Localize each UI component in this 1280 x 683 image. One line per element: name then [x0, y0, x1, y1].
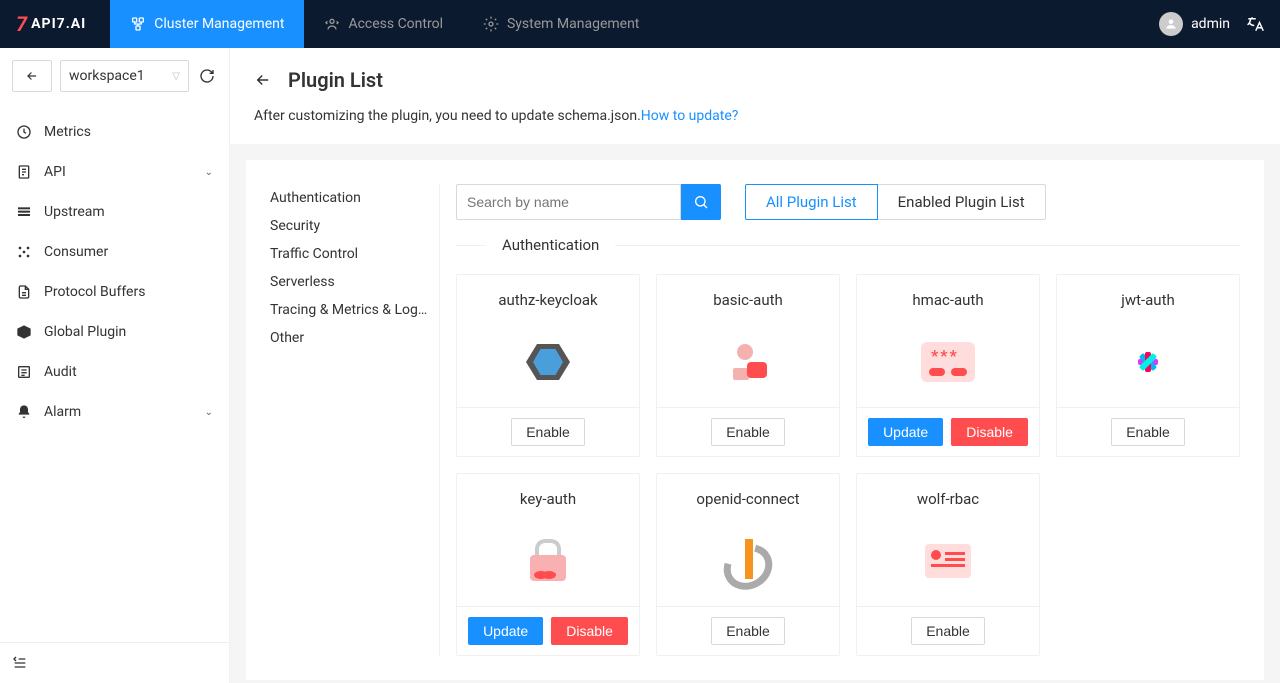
category-traffic[interactable]: Traffic Control — [270, 240, 431, 268]
plugin-name: jwt-auth — [1057, 275, 1239, 317]
sidebar-item-upstream[interactable]: Upstream — [0, 192, 229, 232]
category-authentication[interactable]: Authentication — [270, 184, 431, 212]
enable-button[interactable]: Enable — [711, 418, 785, 446]
plugin-icon-basic — [657, 317, 839, 407]
chevron-down-icon: ▽ — [172, 71, 180, 82]
menu-icon — [16, 364, 32, 380]
main-content: Plugin List After customizing the plugin… — [230, 48, 1280, 683]
plugin-name: authz-keycloak — [457, 275, 639, 317]
menu-icon — [16, 404, 32, 420]
sidebar-back-button[interactable] — [12, 60, 52, 92]
menu-icon — [16, 204, 32, 220]
update-button[interactable]: Update — [468, 617, 543, 645]
sidebar-item-audit[interactable]: Audit — [0, 352, 229, 392]
page-title: Plugin List — [288, 68, 383, 92]
plugin-icon-openid — [657, 516, 839, 606]
menu-icon — [16, 284, 32, 300]
plugin-name: hmac-auth — [857, 275, 1039, 317]
sidebar-item-consumer[interactable]: Consumer — [0, 232, 229, 272]
chevron-down-icon: ⌄ — [205, 167, 213, 178]
plugin-card-basic-auth: basic-auth Enable — [656, 274, 840, 457]
plugin-card-authz-keycloak: authz-keycloak Enable — [456, 274, 640, 457]
disable-button[interactable]: Disable — [951, 418, 1028, 446]
category-tracing[interactable]: Tracing & Metrics & Loggi... — [270, 296, 431, 324]
language-icon[interactable] — [1246, 15, 1264, 33]
enable-button[interactable]: Enable — [511, 418, 585, 446]
nav-icon — [130, 16, 146, 32]
sidebar-item-metrics[interactable]: Metrics — [0, 112, 229, 152]
category-other[interactable]: Other — [270, 324, 431, 352]
sidebar-item-global-plugin[interactable]: Global Plugin — [0, 312, 229, 352]
plugin-icon-wolf — [857, 516, 1039, 606]
plugin-icon-jwt — [1057, 317, 1239, 407]
plugin-card-key-auth: key-auth Update Disable — [456, 473, 640, 656]
sidebar: workspace1 ▽ MetricsAPI⌄UpstreamConsumer… — [0, 48, 230, 683]
nav-icon — [324, 16, 340, 32]
category-security[interactable]: Security — [270, 212, 431, 240]
update-button[interactable]: Update — [868, 418, 943, 446]
plugin-card-hmac-auth: hmac-auth Update Disable — [856, 274, 1040, 457]
plugin-icon-key — [457, 516, 639, 606]
nav-tab-cluster-management[interactable]: Cluster Management — [110, 0, 304, 48]
user-menu[interactable]: admin — [1159, 12, 1230, 36]
username: admin — [1191, 16, 1230, 32]
plugin-card-jwt-auth: jwt-auth Enable — [1056, 274, 1240, 457]
top-header: 7 API7.AI Cluster ManagementAccess Contr… — [0, 0, 1280, 48]
nav-tab-access-control[interactable]: Access Control — [304, 0, 463, 48]
workspace-select[interactable]: workspace1 ▽ — [60, 60, 189, 92]
workspace-value: workspace1 — [69, 68, 145, 84]
menu-icon — [16, 124, 32, 140]
logo-icon: 7 — [16, 12, 27, 36]
logo[interactable]: 7 API7.AI — [16, 12, 86, 36]
enable-button[interactable]: Enable — [911, 617, 985, 645]
menu-icon — [16, 324, 32, 340]
logo-text: API7.AI — [31, 16, 86, 32]
enable-button[interactable]: Enable — [1111, 418, 1185, 446]
menu-icon — [16, 244, 32, 260]
sidebar-item-protocol-buffers[interactable]: Protocol Buffers — [0, 272, 229, 312]
search-input[interactable] — [456, 184, 681, 220]
search-button[interactable] — [681, 184, 721, 220]
plugin-card-openid-connect: openid-connect Enable — [656, 473, 840, 656]
plugin-name: openid-connect — [657, 474, 839, 516]
page-description: After customizing the plugin, you need t… — [254, 108, 1256, 124]
plugin-name: basic-auth — [657, 275, 839, 317]
collapse-sidebar-button[interactable] — [12, 655, 217, 671]
avatar-icon — [1159, 12, 1183, 36]
how-to-update-link[interactable]: How to update? — [641, 108, 739, 124]
plugin-icon-keycloak — [457, 317, 639, 407]
plugin-card-wolf-rbac: wolf-rbac Enable — [856, 473, 1040, 656]
tab-enabled-plugins[interactable]: Enabled Plugin List — [878, 184, 1046, 220]
nav-tab-system-management[interactable]: System Management — [463, 0, 659, 48]
chevron-down-icon: ⌄ — [205, 407, 213, 418]
refresh-button[interactable] — [197, 60, 217, 92]
disable-button[interactable]: Disable — [551, 617, 628, 645]
nav-icon — [483, 16, 499, 32]
sidebar-item-alarm[interactable]: Alarm⌄ — [0, 392, 229, 432]
category-serverless[interactable]: Serverless — [270, 268, 431, 296]
menu-icon — [16, 164, 32, 180]
tab-all-plugins[interactable]: All Plugin List — [745, 184, 878, 220]
plugin-name: key-auth — [457, 474, 639, 516]
plugin-categories: AuthenticationSecurityTraffic ControlSer… — [270, 184, 440, 656]
enable-button[interactable]: Enable — [711, 617, 785, 645]
sidebar-item-api[interactable]: API⌄ — [0, 152, 229, 192]
section-title: Authentication — [502, 236, 599, 254]
page-back-button[interactable] — [254, 71, 272, 89]
plugin-icon-hmac — [857, 317, 1039, 407]
plugin-name: wolf-rbac — [857, 474, 1039, 516]
